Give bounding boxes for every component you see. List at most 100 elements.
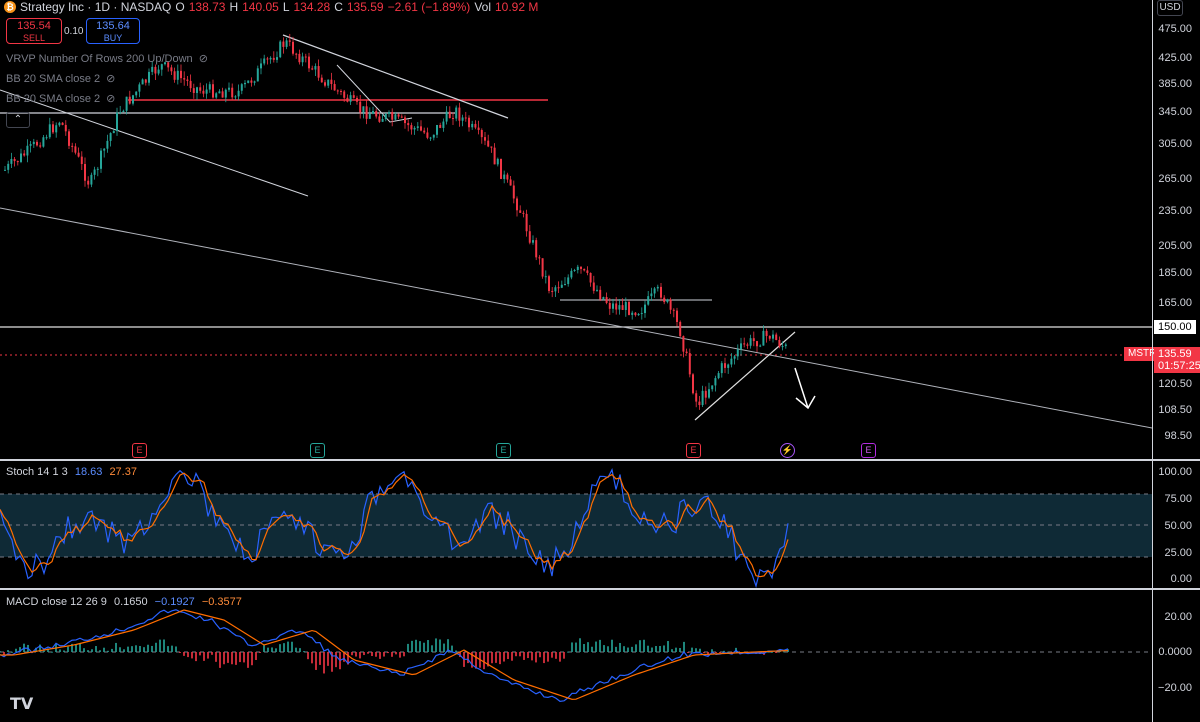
macd-axis[interactable]: 20.00 0.0000 −20.00: [1153, 590, 1200, 722]
stoch-tick: 25.00: [1164, 547, 1192, 559]
indicator-bb-1[interactable]: BB 20 SMA close 2 ⊘: [6, 72, 115, 86]
candle-body: [263, 58, 266, 64]
candle-body: [413, 127, 416, 130]
candle-body: [202, 90, 205, 94]
candle-body: [493, 147, 496, 165]
candle-body: [368, 113, 371, 119]
price-axis[interactable]: USD 475.00 425.00 385.00 345.00 305.00 2…: [1153, 0, 1200, 460]
indicator-bb-2[interactable]: BB 20 SMA close 2 ⊘: [6, 92, 115, 106]
candle-body: [58, 122, 61, 126]
candle-body: [96, 168, 99, 170]
macd-histogram-bar: [695, 648, 697, 652]
macd-histogram-bar: [67, 646, 69, 652]
eye-hidden-icon[interactable]: ⊘: [106, 72, 115, 85]
stoch-pane[interactable]: [0, 461, 1152, 589]
stoch-chart[interactable]: [0, 461, 1152, 589]
candle-body: [407, 123, 410, 126]
macd-histogram-bar: [719, 652, 721, 653]
candle-body: [100, 150, 102, 169]
candle-body: [525, 213, 528, 232]
candle-body: [375, 111, 378, 117]
earnings-event-icon[interactable]: E: [132, 443, 147, 458]
candle-body: [516, 198, 518, 211]
macd-histogram-bar: [195, 652, 197, 662]
candle-body: [45, 137, 48, 139]
macd-histogram-bar: [135, 645, 137, 652]
horizontal-line-price-tag[interactable]: 150.00: [1154, 320, 1196, 334]
earnings-event-icon[interactable]: E: [496, 443, 511, 458]
candle-body: [186, 79, 189, 81]
collapse-legend-button[interactable]: ⌃: [6, 112, 30, 128]
earnings-event-icon[interactable]: E: [310, 443, 325, 458]
price-tick: 475.00: [1158, 23, 1192, 35]
macd-histogram-bar: [411, 640, 413, 652]
macd-histogram-bar: [699, 648, 701, 652]
macd-histogram-bar: [555, 652, 557, 659]
candle-body: [496, 158, 499, 165]
macd-histogram-bar: [91, 649, 93, 652]
candle-body: [650, 293, 653, 297]
candle-body: [378, 116, 381, 122]
candle-body: [660, 286, 662, 298]
candle-body: [298, 53, 301, 63]
earnings-event-icon[interactable]: E: [686, 443, 701, 458]
symbol-title[interactable]: Strategy Inc · 1D · NASDAQ: [20, 0, 171, 14]
macd-histogram-bar: [711, 649, 713, 652]
eye-hidden-icon[interactable]: ⊘: [199, 52, 208, 65]
macd-histogram-bar: [243, 652, 245, 663]
current-price-tag[interactable]: 135.59 01:57:25: [1154, 347, 1200, 373]
earnings-event-icon[interactable]: E: [861, 443, 876, 458]
price-chart[interactable]: [0, 0, 1152, 460]
symbol-header: ₿ Strategy Inc · 1D · NASDAQ O 138.73 H 14…: [4, 0, 538, 14]
macd-histogram-bar: [63, 650, 65, 652]
indicator-vrvp[interactable]: VRVP Number Of Rows 200 Up/Down ⊘: [6, 52, 208, 66]
trend-line: [0, 89, 309, 197]
candle-body: [439, 124, 442, 128]
macd-histogram-bar: [403, 652, 405, 657]
candle-body: [656, 286, 659, 289]
candle-body: [148, 71, 150, 83]
macd-histogram-bar: [647, 645, 649, 652]
candle-body: [32, 141, 35, 145]
macd-histogram-bar: [567, 651, 569, 653]
macd-histogram-bar: [299, 648, 301, 652]
macd-histogram-bar: [239, 652, 241, 663]
candle-body: [509, 179, 512, 186]
dividend-event-icon[interactable]: ⚡: [780, 443, 795, 458]
buy-button[interactable]: 135.64 BUY: [86, 18, 140, 44]
candle-body: [93, 169, 96, 175]
macd-legend[interactable]: MACD close 12 26 9 0.1650 −0.1927 −0.357…: [6, 596, 242, 608]
candle-body: [71, 145, 74, 147]
candle-body: [461, 117, 464, 121]
sell-button[interactable]: 135.54 SELL: [6, 18, 62, 44]
macd-histogram-bar: [431, 645, 433, 652]
candle-body: [23, 153, 26, 156]
candle-body: [109, 133, 112, 141]
macd-histogram-bar: [115, 642, 117, 652]
candle-body: [480, 130, 483, 138]
candle-body: [340, 90, 342, 92]
candle-body: [458, 107, 461, 121]
price-pane[interactable]: [0, 0, 1152, 460]
eye-hidden-icon[interactable]: ⊘: [106, 92, 115, 105]
currency-selector[interactable]: USD: [1157, 0, 1183, 16]
macd-histogram-bar: [495, 652, 497, 663]
macd-pane[interactable]: [0, 590, 1152, 722]
stoch-legend[interactable]: Stoch 14 1 3 18.63 27.37: [6, 466, 137, 478]
candle-body: [768, 335, 771, 339]
macd-line-value: −0.1927: [154, 596, 195, 608]
candle-body: [554, 287, 557, 292]
candle-body: [397, 114, 400, 117]
macd-histogram-bar: [563, 652, 565, 659]
macd-histogram-bar: [179, 652, 181, 653]
macd-tick: −20.00: [1158, 682, 1192, 694]
macd-chart[interactable]: [0, 590, 1152, 722]
macd-histogram-bar: [635, 644, 637, 652]
stoch-axis[interactable]: 100.00 75.00 50.00 25.00 0.00: [1153, 461, 1200, 589]
macd-histogram-bar: [367, 652, 369, 654]
candle-body: [180, 70, 182, 79]
macd-histogram-bar: [543, 652, 545, 664]
candle-body: [74, 146, 77, 153]
macd-histogram-bar: [207, 652, 209, 659]
candle-body: [724, 363, 726, 368]
